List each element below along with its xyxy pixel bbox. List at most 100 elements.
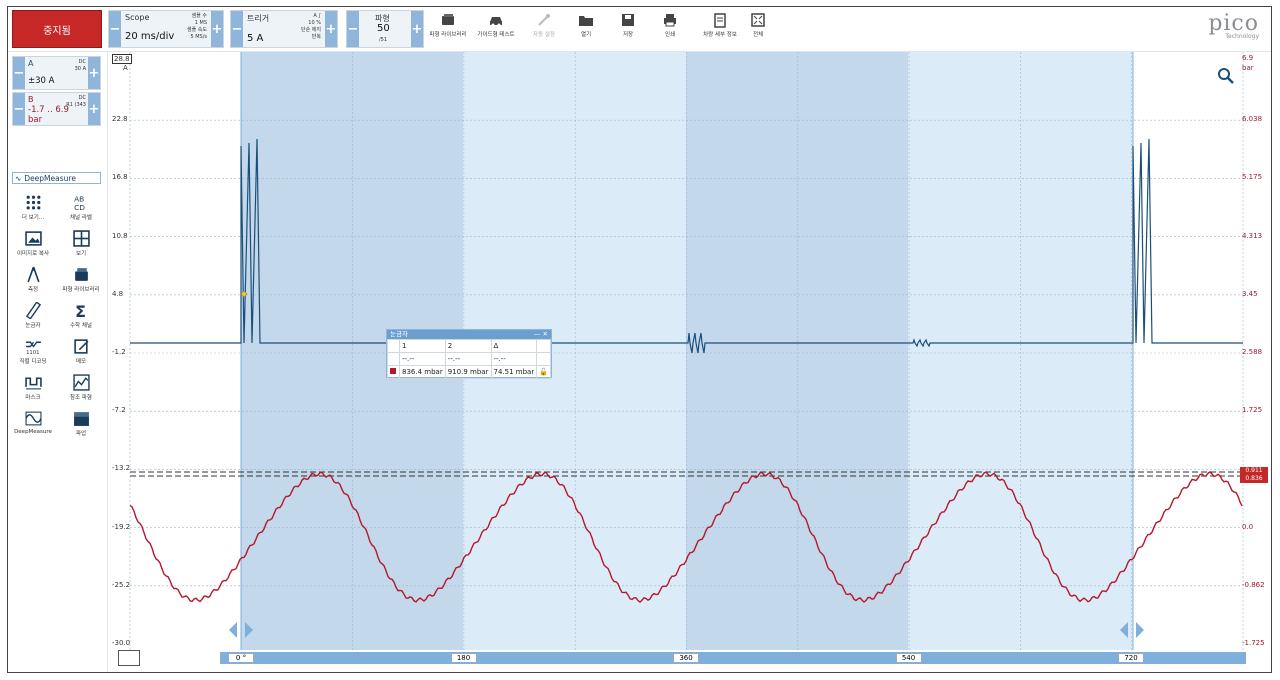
- left-axis-tick: -1.2: [112, 348, 126, 356]
- timebase-value[interactable]: 20 ms/div: [125, 31, 174, 42]
- channel-a-axis-top: 28.8: [112, 54, 132, 64]
- plot-canvas: [129, 52, 1244, 650]
- channel-a-minus-button[interactable]: −: [13, 57, 25, 89]
- svg-text:CD: CD: [74, 203, 85, 211]
- channel-a-axis-unit: A: [123, 64, 128, 72]
- toolbar-button-wand: 자동 설정: [522, 12, 566, 48]
- channel-b-unit: bar: [28, 115, 43, 125]
- grid-icon: [72, 230, 90, 247]
- fullscreen-icon: [751, 13, 765, 27]
- tool-compass[interactable]: 측정: [9, 266, 57, 300]
- timebase-plus-button[interactable]: +: [211, 11, 223, 47]
- deepmeasure-button[interactable]: ∿ DeepMeasure: [12, 172, 101, 184]
- waveform-prev-button[interactable]: −: [347, 11, 359, 47]
- tool-abcd[interactable]: AB CD 채널 라벨: [57, 194, 105, 228]
- more-icon: [26, 195, 40, 210]
- right-axis-tick: 0.0: [1242, 522, 1254, 531]
- trigger-control: − 트리거 5 A A ∫ 10 % 단순 에지 반복 +: [230, 10, 338, 48]
- zoom-icon: [1218, 68, 1234, 84]
- print-icon: [664, 14, 676, 27]
- ruler-value-flag-2[interactable]: 0.911: [1240, 467, 1268, 475]
- tool-image[interactable]: 이미지로 복사: [9, 230, 57, 264]
- memo-icon: [73, 339, 88, 354]
- x-axis-tick: 360: [673, 653, 699, 663]
- samples-info: 샘플 수 1 MS 샘플 속도 5 MS/s: [187, 13, 207, 40]
- time-scrollbar[interactable]: [220, 652, 1246, 664]
- x-axis-tick: 0 °: [228, 653, 254, 663]
- ruler-window-titlebar[interactable]: 눈금자 — ✕: [387, 330, 551, 339]
- rising-edge-icon: ∫: [318, 13, 321, 19]
- channel-b-minus-button[interactable]: −: [13, 93, 25, 125]
- mask-icon: [24, 377, 42, 390]
- right-axis-tick: -0.862: [1242, 580, 1265, 589]
- left-axis-tick: 10.8: [112, 231, 128, 240]
- toolbar-button-folder[interactable]: 열기: [564, 12, 608, 48]
- toolbar-button-save[interactable]: 저장: [606, 12, 650, 48]
- left-axis-tick: -7.2: [112, 406, 126, 415]
- left-axis-tick: 4.8: [112, 289, 124, 298]
- x-axis-tick: 540: [895, 653, 922, 663]
- tool-library[interactable]: 파형 라이브러리: [57, 266, 105, 300]
- library-icon: [74, 268, 88, 281]
- tool-decode[interactable]: 1101 직렬 디코딩: [9, 338, 57, 372]
- close-icon[interactable]: — ✕: [534, 330, 548, 339]
- compass-icon: [26, 266, 40, 283]
- pico-window: 중지됨 − Scope 20 ms/div 샘플 수 1 MS 샘플 속도 5 …: [7, 6, 1272, 673]
- left-axis-tick: 22.8: [112, 115, 128, 124]
- left-panel: − A DC 30 A ±30 A + − B DC R1 (343 -1.7 ..…: [8, 52, 108, 672]
- tool-grid[interactable]: 보기: [57, 230, 105, 264]
- x-axis-tick: 720: [1118, 653, 1144, 663]
- toolbar-button-library[interactable]: 파형 라이브러리: [426, 12, 470, 48]
- toolbar-button-print[interactable]: 인쇄: [648, 12, 692, 48]
- tool-sigma[interactable]: Σ 수학 채널: [57, 302, 105, 336]
- tool-memo[interactable]: 메모: [57, 338, 105, 372]
- channel-b-range[interactable]: -1.7 .. 6.9: [28, 105, 69, 115]
- channel-a-control[interactable]: − A DC 30 A ±30 A +: [12, 56, 101, 90]
- waveform-index[interactable]: 50: [377, 23, 390, 34]
- waveform-total: /51: [379, 37, 388, 43]
- clapper-icon: [73, 412, 89, 426]
- ruler-table: 1 2 Δ --.-- --.-- --.-- 836.4 mbar 910.9…: [387, 339, 551, 379]
- left-axis-tick: -19.2: [112, 522, 131, 531]
- folder-icon: [579, 16, 593, 26]
- channel-a-range[interactable]: ±30 A: [28, 76, 54, 86]
- right-axis-tick: 2.588: [1242, 348, 1263, 356]
- lock-icon[interactable]: 🔓: [536, 365, 551, 379]
- timebase-minus-button[interactable]: −: [109, 11, 121, 47]
- tool-ruler[interactable]: 눈금자: [9, 302, 57, 336]
- channel-a-plus-button[interactable]: +: [88, 57, 100, 89]
- reference-icon: [72, 374, 90, 391]
- ruler-value-flag-1[interactable]: 0.836: [1240, 475, 1268, 483]
- trigger-minus-button[interactable]: −: [231, 11, 243, 47]
- scroll-overview-box[interactable]: [118, 650, 140, 666]
- clipboard-icon: [714, 13, 726, 28]
- ruler-handle-left-icon: [229, 622, 237, 638]
- tool-deepmeasure[interactable]: DeepMeasure: [9, 410, 57, 444]
- toolbar-button-car[interactable]: 가이드형 테스트: [474, 12, 518, 48]
- ruler-window[interactable]: 눈금자 — ✕ 1 2 Δ --.-- --.-- --.-- 836.4 mb…: [386, 329, 552, 379]
- channel-b-axis-unit: bar: [1242, 64, 1254, 72]
- right-axis-tick: 4.313: [1242, 231, 1263, 240]
- right-axis-tick: -1.725: [1242, 639, 1265, 647]
- pico-logo: pico Technology: [1208, 11, 1259, 41]
- tool-more[interactable]: 더 보기...: [9, 194, 57, 228]
- channel-b-control[interactable]: − B DC R1 (343 -1.7 .. 6.9 bar +: [12, 92, 101, 126]
- ruler-icon: [25, 302, 41, 319]
- tool-reference[interactable]: 참조 파형: [57, 374, 105, 408]
- tool-mask[interactable]: 마스크: [9, 374, 57, 408]
- waveform-next-button[interactable]: +: [411, 11, 423, 47]
- right-axis-tick: 5.175: [1242, 173, 1263, 182]
- scope-plot[interactable]: 22.8 16.8 10.8 4.8 -1.2 -7.2 -13.2 -19.2 -25.2 -3…: [108, 52, 1271, 672]
- stop-button[interactable]: 중지됨: [12, 10, 102, 48]
- deepmeasure-icon: ∿: [15, 173, 22, 183]
- channel-b-plus-button[interactable]: +: [88, 93, 100, 125]
- sigma-icon: Σ: [75, 302, 86, 319]
- save-icon: [622, 14, 634, 26]
- trigger-value[interactable]: 5 A: [247, 33, 263, 44]
- x-axis-tick: 180: [450, 653, 477, 663]
- trigger-plus-button[interactable]: +: [325, 11, 337, 47]
- toolbar-button-fullscreen[interactable]: 전체: [736, 12, 780, 48]
- channel-b-swatch: [390, 368, 396, 374]
- tool-clapper[interactable]: 파업: [57, 410, 105, 444]
- toolbar: 중지됨 − Scope 20 ms/div 샘플 수 1 MS 샘플 속도 5 …: [8, 7, 1271, 52]
